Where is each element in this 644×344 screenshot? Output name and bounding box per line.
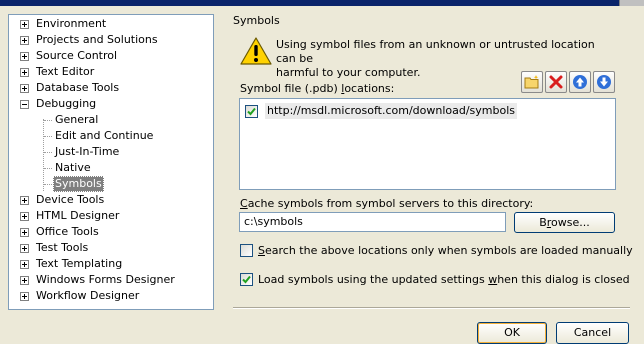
tree-item-edit-and-continue[interactable]: Edit and Continue xyxy=(9,128,209,144)
arrow-up-icon xyxy=(573,75,587,89)
expand-plus-icon[interactable] xyxy=(20,212,29,221)
tree-item-native[interactable]: Native xyxy=(9,160,209,176)
expand-plus-icon[interactable] xyxy=(20,68,29,77)
tree-item-label: Test Tools xyxy=(36,241,89,254)
divider xyxy=(233,307,630,309)
expand-plus-icon[interactable] xyxy=(20,228,29,237)
title-bar xyxy=(0,0,644,6)
delete-icon xyxy=(549,75,563,89)
tree-item-symbols[interactable]: Symbols xyxy=(9,176,209,192)
cancel-button[interactable]: Cancel xyxy=(556,322,629,344)
tree-item-label: Just-In-Time xyxy=(55,145,120,158)
locations-label: Symbol file (.pdb) locations: xyxy=(240,82,395,95)
tree-item-label: Native xyxy=(55,161,91,174)
manual-load-checkbox[interactable] xyxy=(240,244,253,257)
expand-plus-icon[interactable] xyxy=(20,20,29,29)
tree-item-label: Windows Forms Designer xyxy=(36,273,175,286)
tree-item-general[interactable]: General xyxy=(9,112,209,128)
browse-button[interactable]: Browse... xyxy=(514,212,615,233)
manual-load-label: Search the above locations only when sym… xyxy=(258,244,633,257)
delete-location-button[interactable] xyxy=(545,71,567,93)
expand-plus-icon[interactable] xyxy=(20,52,29,61)
new-folder-icon xyxy=(524,75,539,89)
tree-item-label: Text Templating xyxy=(36,257,123,270)
tree-item-label: Edit and Continue xyxy=(55,129,154,142)
load-on-close-checkbox[interactable] xyxy=(240,273,253,286)
tree-item-label-selected: Symbols xyxy=(53,176,104,192)
expand-plus-icon[interactable] xyxy=(20,84,29,93)
cache-directory-input[interactable]: c:\symbols xyxy=(239,212,506,232)
expand-plus-icon[interactable] xyxy=(20,36,29,45)
move-up-button[interactable] xyxy=(569,71,591,93)
title-bar-close-edge[interactable] xyxy=(619,0,644,6)
tree-item-label: General xyxy=(55,113,99,126)
tree-item-label: Environment xyxy=(36,17,107,30)
new-location-button[interactable] xyxy=(521,71,543,93)
expand-plus-icon[interactable] xyxy=(20,196,29,205)
warning-line: Using symbol files from an unknown or un… xyxy=(276,38,595,65)
location-checkbox[interactable] xyxy=(245,105,258,118)
section-title: Symbols xyxy=(233,14,280,27)
expand-plus-icon[interactable] xyxy=(20,276,29,285)
tree-item-label: Projects and Solutions xyxy=(36,33,158,46)
expand-plus-icon[interactable] xyxy=(20,260,29,269)
arrow-down-icon xyxy=(597,75,611,89)
tree-item-label: Debugging xyxy=(36,97,97,110)
tree-item-label: Source Control xyxy=(36,49,118,62)
collapse-minus-icon[interactable] xyxy=(20,100,29,109)
tree-item-label: Database Tools xyxy=(36,81,120,94)
tree-item-label: Office Tools xyxy=(36,225,99,238)
expand-plus-icon[interactable] xyxy=(20,244,29,253)
location-url: http://msdl.microsoft.com/download/symbo… xyxy=(265,103,518,119)
ok-button[interactable]: OK xyxy=(477,322,547,344)
load-on-close-label: Load symbols using the updated settings … xyxy=(258,273,630,286)
tree-item-label: HTML Designer xyxy=(36,209,120,222)
warning-icon xyxy=(240,37,272,65)
tree-item-label: Text Editor xyxy=(36,65,95,78)
cache-directory-label: Cache symbols from symbol servers to thi… xyxy=(240,197,534,210)
expand-plus-icon[interactable] xyxy=(20,292,29,301)
tree-item-just-in-time[interactable]: Just-In-Time xyxy=(9,144,209,160)
tree-item-label: Device Tools xyxy=(36,193,105,206)
symbol-locations-list[interactable]: http://msdl.microsoft.com/download/symbo… xyxy=(239,98,616,190)
tree-item-label: Workflow Designer xyxy=(36,289,140,302)
options-tree[interactable]: Environment Projects and Solutions Sourc… xyxy=(8,14,214,310)
move-down-button[interactable] xyxy=(593,71,615,93)
